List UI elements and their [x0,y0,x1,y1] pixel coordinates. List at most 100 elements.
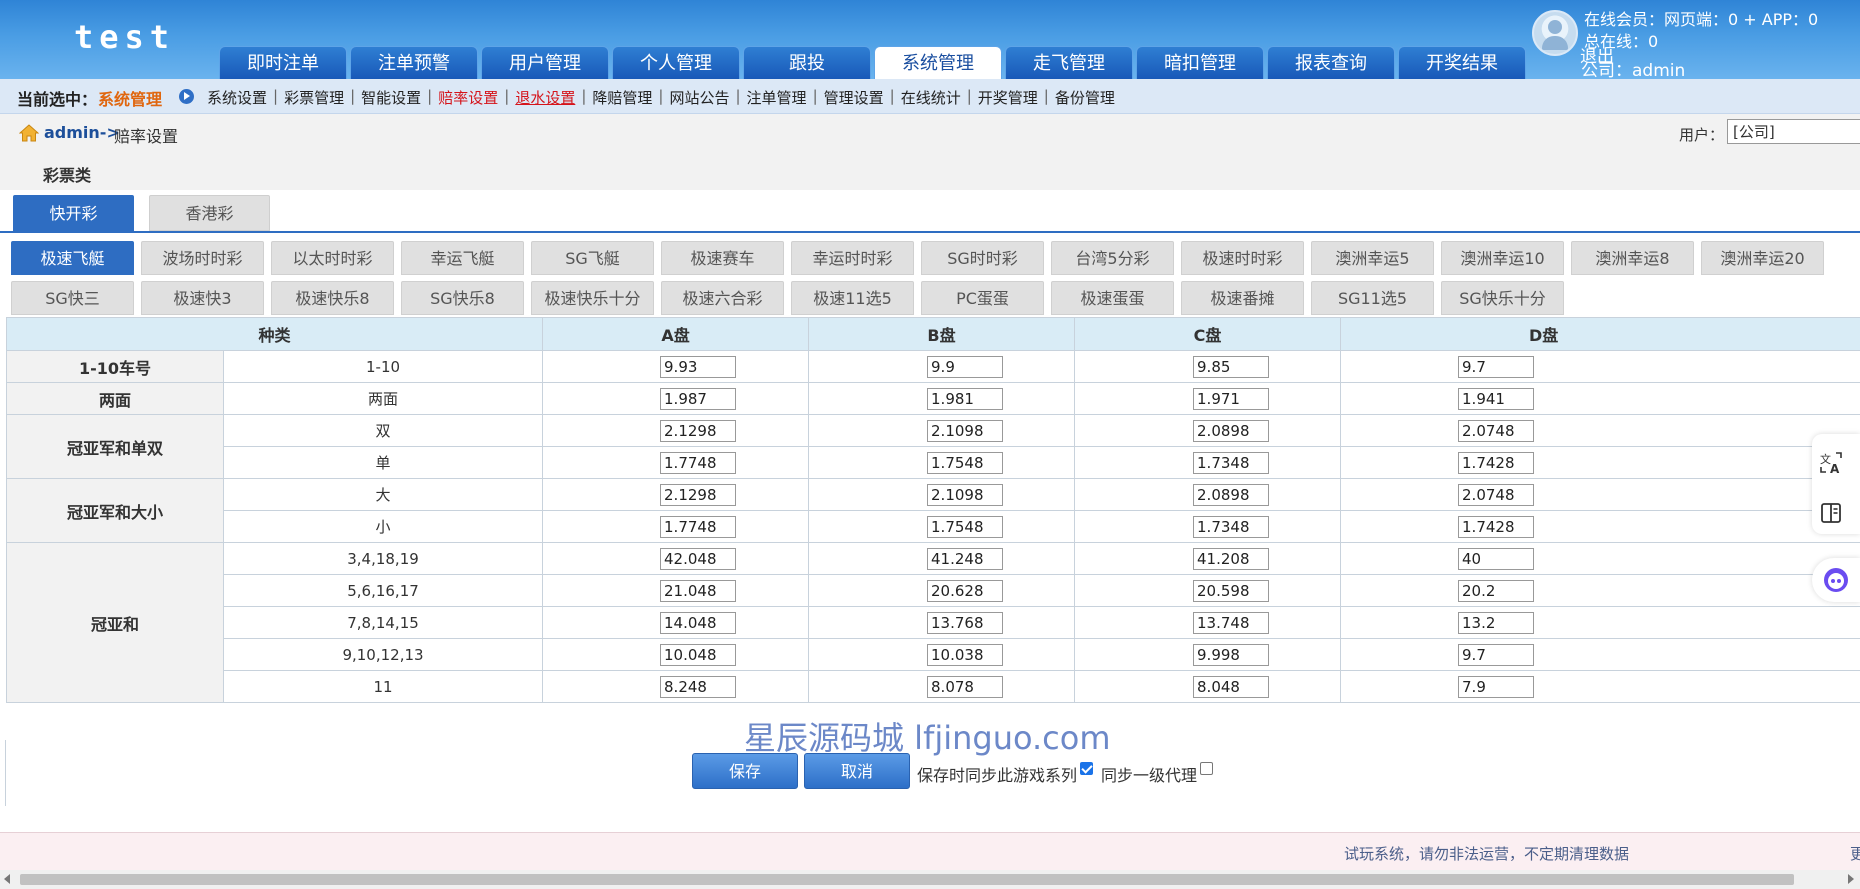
odds-input-c[interactable] [1193,355,1270,378]
odds-input-a[interactable] [660,579,737,602]
sub-nav-link[interactable]: 退水设置 [515,87,575,108]
game-tab[interactable]: 极速11选5 [791,281,914,315]
odds-input-d[interactable] [1458,675,1535,698]
game-tab[interactable]: 澳洲幸运8 [1571,241,1694,275]
category-tab[interactable]: 快开彩 [13,195,134,231]
odds-input-b[interactable] [927,483,1004,506]
game-tab[interactable]: 幸运时时彩 [791,241,914,275]
odds-input-b[interactable] [927,355,1004,378]
odds-input-c[interactable] [1193,451,1270,474]
odds-input-c[interactable] [1193,419,1270,442]
save-button[interactable]: 保存 [692,753,798,789]
game-tab[interactable]: 极速快乐十分 [531,281,654,315]
game-tab[interactable]: 澳洲幸运20 [1701,241,1824,275]
nav-tab[interactable]: 用户管理 [481,46,609,79]
horizontal-scrollbar[interactable] [0,870,1860,889]
odds-input-a[interactable] [660,611,737,634]
breadcrumb-admin[interactable]: admin-> [44,123,120,142]
sub-nav-link[interactable]: 彩票管理 [284,87,344,108]
cancel-button[interactable]: 取消 [804,753,910,789]
sub-nav-link[interactable]: 赔率设置 [438,87,498,108]
odds-input-c[interactable] [1193,515,1270,538]
odds-input-a[interactable] [660,451,737,474]
sub-nav-link[interactable]: 智能设置 [361,87,421,108]
game-tab[interactable]: SG飞艇 [531,241,654,275]
odds-input-d[interactable] [1458,579,1535,602]
odds-input-d[interactable] [1458,451,1535,474]
game-tab[interactable]: 波场时时彩 [141,241,264,275]
odds-input-d[interactable] [1458,419,1535,442]
odds-input-d[interactable] [1458,547,1535,570]
sub-nav-link[interactable]: 网站公告 [669,87,729,108]
odds-input-c[interactable] [1193,643,1270,666]
odds-input-d[interactable] [1458,483,1535,506]
nav-tab[interactable]: 暗扣管理 [1136,46,1264,79]
game-tab[interactable]: 幸运飞艇 [401,241,524,275]
home-icon[interactable] [19,124,39,142]
game-tab[interactable]: 极速六合彩 [661,281,784,315]
odds-input-a[interactable] [660,643,737,666]
odds-input-c[interactable] [1193,547,1270,570]
odds-input-b[interactable] [927,451,1004,474]
odds-input-a[interactable] [660,387,737,410]
game-tab[interactable]: 极速快3 [141,281,264,315]
assistant-icon[interactable] [1812,558,1860,602]
odds-input-d[interactable] [1458,611,1535,634]
game-tab[interactable]: 以太时时彩 [271,241,394,275]
odds-input-a[interactable] [660,483,737,506]
game-tab[interactable]: 台湾5分彩 [1051,241,1174,275]
odds-input-a[interactable] [660,355,737,378]
odds-input-b[interactable] [927,579,1004,602]
nav-tab[interactable]: 系统管理 [874,46,1002,79]
odds-input-b[interactable] [927,419,1004,442]
sync-series-checkbox[interactable] [1080,762,1093,775]
sub-nav-link[interactable]: 注单管理 [747,87,807,108]
scroll-left-arrow-icon[interactable] [4,874,10,884]
translate-icon[interactable]: 文 A [1819,451,1843,475]
nav-tab[interactable]: 走飞管理 [1005,46,1133,79]
game-tab[interactable]: SG11选5 [1311,281,1434,315]
sub-nav-link[interactable]: 开奖管理 [978,87,1038,108]
odds-input-a[interactable] [660,515,737,538]
footer-more-link[interactable]: 更 [1850,843,1860,864]
category-tab[interactable]: 香港彩 [149,195,270,231]
odds-input-b[interactable] [927,675,1004,698]
odds-input-d[interactable] [1458,515,1535,538]
game-tab[interactable]: 极速蛋蛋 [1051,281,1174,315]
odds-input-c[interactable] [1193,483,1270,506]
odds-input-b[interactable] [927,611,1004,634]
nav-tab[interactable]: 个人管理 [612,46,740,79]
nav-tab[interactable]: 跟投 [743,46,871,79]
sub-nav-link[interactable]: 系统设置 [207,87,267,108]
odds-input-a[interactable] [660,547,737,570]
odds-input-d[interactable] [1458,387,1535,410]
scrollbar-thumb[interactable] [20,874,1794,885]
game-tab[interactable]: 极速番摊 [1181,281,1304,315]
odds-input-c[interactable] [1193,675,1270,698]
sync-agent-checkbox[interactable] [1200,762,1213,775]
game-tab[interactable]: 极速飞艇 [11,241,134,275]
game-tab[interactable]: SG时时彩 [921,241,1044,275]
game-tab[interactable]: SG快乐十分 [1441,281,1564,315]
nav-tab[interactable]: 注单预警 [350,46,478,79]
odds-input-a[interactable] [660,675,737,698]
odds-input-c[interactable] [1193,579,1270,602]
user-filter-select[interactable]: [公司] [1727,119,1860,144]
odds-input-b[interactable] [927,547,1004,570]
game-tab[interactable]: 极速时时彩 [1181,241,1304,275]
game-tab[interactable]: 极速快乐8 [271,281,394,315]
game-tab[interactable]: 澳洲幸运10 [1441,241,1564,275]
nav-tab[interactable]: 报表查询 [1267,46,1395,79]
game-tab[interactable]: 澳洲幸运5 [1311,241,1434,275]
game-tab[interactable]: SG快三 [11,281,134,315]
game-tab[interactable]: PC蛋蛋 [921,281,1044,315]
odds-input-b[interactable] [927,643,1004,666]
sub-nav-link[interactable]: 在线统计 [901,87,961,108]
game-tab[interactable]: 极速赛车 [661,241,784,275]
nav-tab[interactable]: 即时注单 [219,46,347,79]
sub-nav-link[interactable]: 管理设置 [824,87,884,108]
scroll-right-arrow-icon[interactable] [1848,874,1854,884]
nav-tab[interactable]: 开奖结果 [1398,46,1526,79]
odds-input-b[interactable] [927,387,1004,410]
odds-input-d[interactable] [1458,355,1535,378]
